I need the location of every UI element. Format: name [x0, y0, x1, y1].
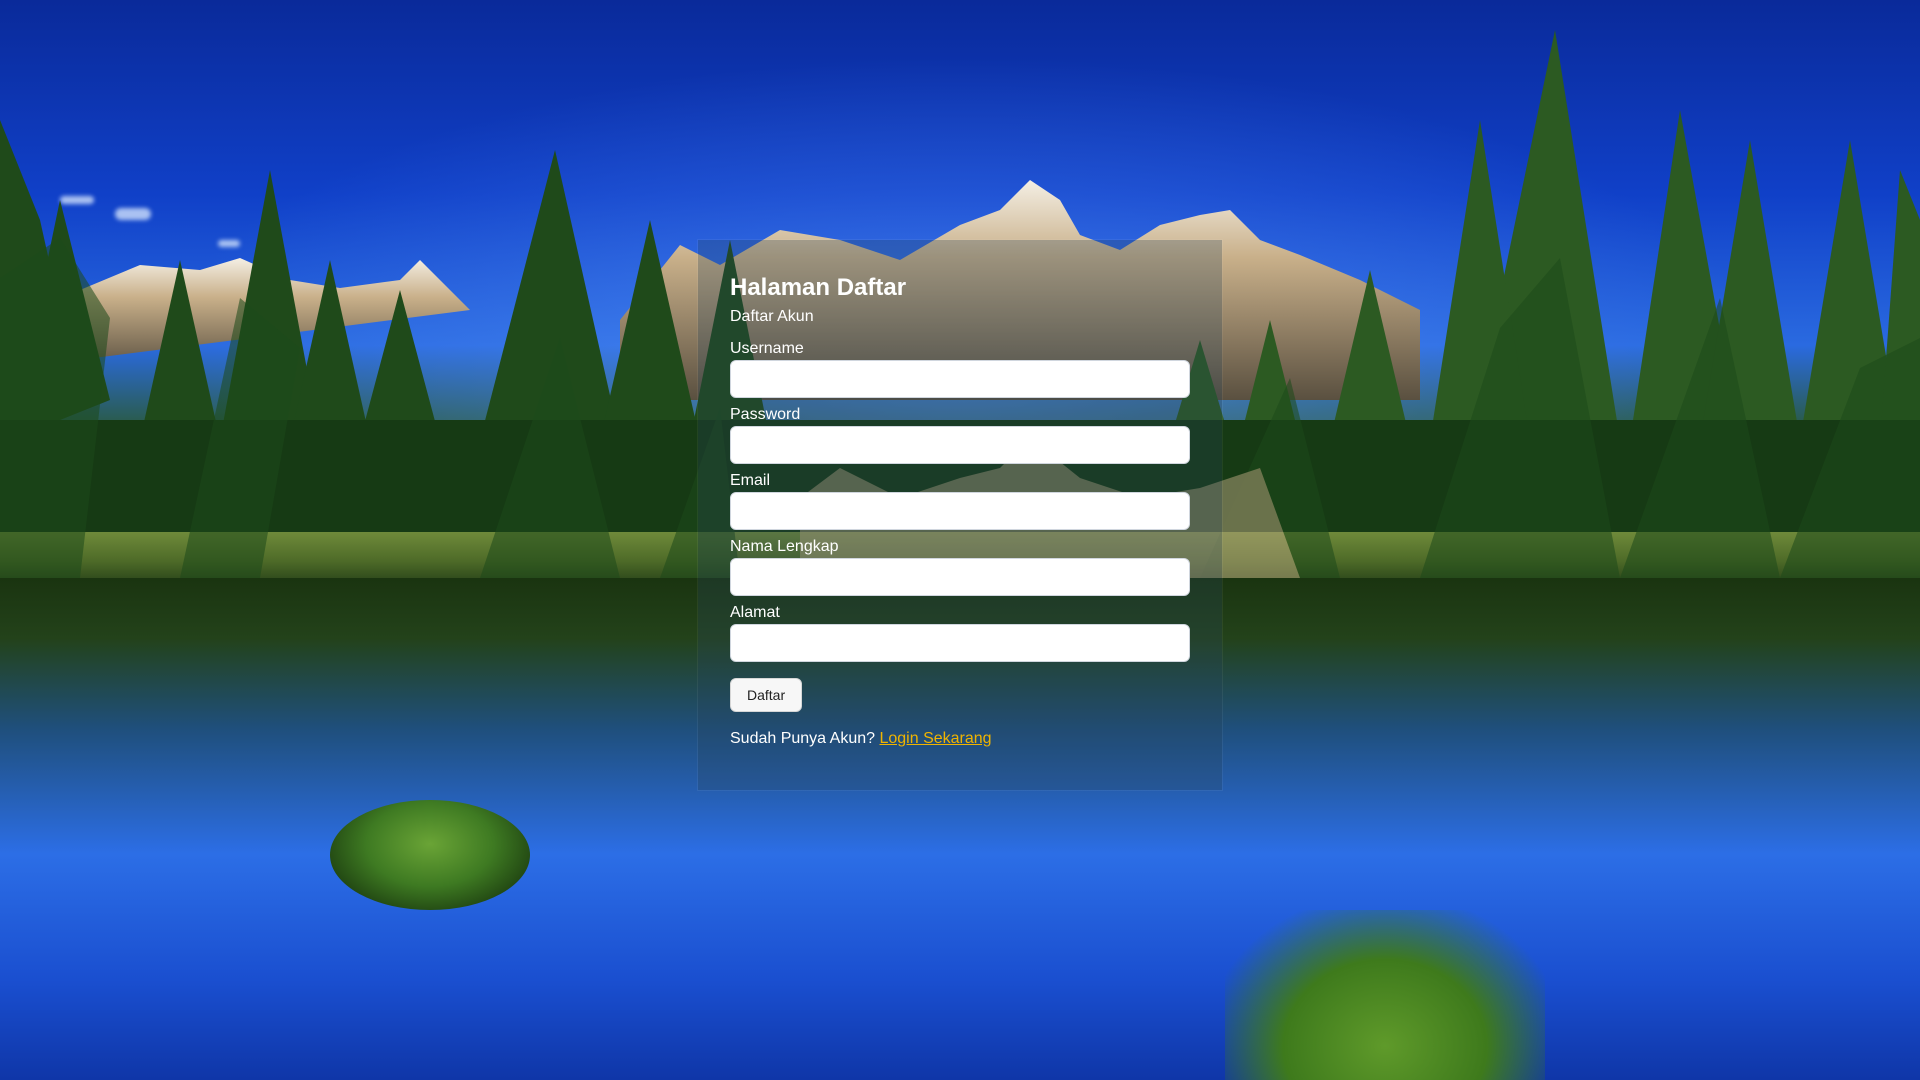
- register-panel: Halaman Daftar Daftar Akun Username Pass…: [698, 240, 1222, 790]
- page-title: Halaman Daftar: [730, 274, 907, 301]
- full-name-input[interactable]: [730, 558, 1190, 596]
- form-subtitle: Daftar Akun: [730, 308, 814, 325]
- username-label: Username: [730, 340, 804, 357]
- email-input[interactable]: [730, 492, 1190, 530]
- password-label: Password: [730, 406, 801, 423]
- email-label: Email: [730, 472, 771, 489]
- login-link[interactable]: Login Sekarang: [879, 730, 991, 747]
- password-input[interactable]: [730, 426, 1190, 464]
- register-button[interactable]: Daftar: [730, 678, 803, 712]
- username-input[interactable]: [730, 360, 1190, 398]
- login-prompt-text: Sudah Punya Akun?: [730, 730, 876, 747]
- address-label: Alamat: [730, 604, 780, 621]
- grass-island: [330, 800, 530, 910]
- login-prompt-row: Sudah Punya Akun? Login Sekarang: [730, 730, 1190, 748]
- full-name-label: Nama Lengkap: [730, 538, 839, 555]
- reeds: [1225, 910, 1545, 1080]
- address-input[interactable]: [730, 624, 1190, 662]
